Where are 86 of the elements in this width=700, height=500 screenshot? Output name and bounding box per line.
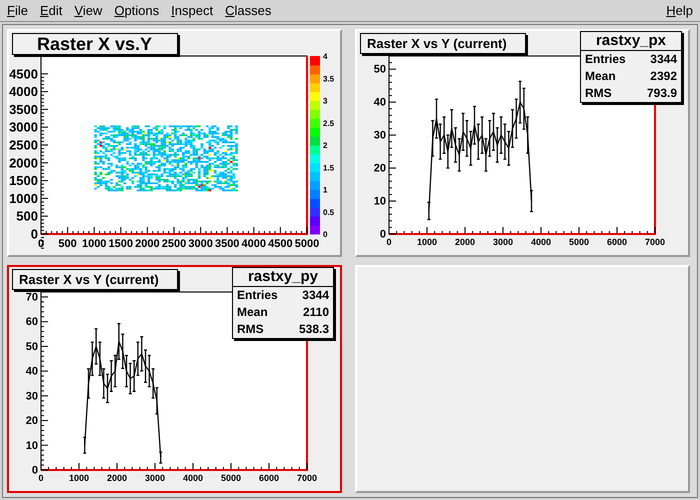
axis-tick-label: 0: [38, 473, 44, 483]
stat-value: 538.3: [298, 321, 329, 338]
axis-tick-label: 1000: [82, 238, 106, 250]
axis-tick-label: 500: [16, 208, 38, 224]
axis-tick-label: 20: [374, 162, 386, 175]
canvas-pad[interactable]: 0 1000 2000 3000 4000 5000 6000 7000 0 10 20 30 40 50 60 70 Raster X vs Y (current) rastxy_py Entries 3344 Mean 2110 RMS 538.3: [7, 265, 342, 493]
axis-tick-label: 0: [32, 464, 38, 476]
axis-tick-label: 3000: [144, 473, 166, 483]
axis-tick-label: 30: [26, 390, 38, 402]
axis-tick-label: 50: [26, 340, 38, 353]
axis-tick-label: 3000: [492, 237, 514, 247]
canvas-pad[interactable]: 0 1000 2000 3000 4000 5000 6000 7000 0 10 20 30 40 50 Raster X vs Y (current) rastxy_px Entries 3344 Mean 2392 RMS 793.9: [355, 29, 690, 257]
axis-tick-label: 0: [30, 226, 38, 242]
axis-tick-label: 4000: [9, 84, 38, 100]
axis-tick-label: 3000: [9, 120, 38, 135]
axis-tick-label: 4500: [9, 66, 38, 82]
plot-title: Raster X vs Y (current): [360, 33, 526, 54]
stat-label: RMS: [585, 85, 612, 102]
axis-tick-label: 1000: [416, 237, 438, 247]
menu-item[interactable]: Options: [108, 0, 166, 20]
axis-tick-label: 3500: [9, 102, 38, 117]
plot-title: Raster X vs Y (current): [12, 269, 178, 290]
axis-tick-label: 500: [58, 238, 77, 250]
stat-label: Entries: [237, 287, 278, 304]
axis-tick-label: 2500: [9, 138, 38, 152]
axis-tick-label: 20: [26, 415, 38, 428]
axis-tick-label: 10: [374, 196, 386, 208]
axis-tick-label: 40: [26, 366, 38, 378]
axis-tick-label: 0: [386, 237, 392, 247]
axis-tick-label: 2500: [162, 238, 186, 250]
palette-label: 0: [323, 230, 328, 239]
stat-value: 793.9: [646, 85, 677, 102]
stat-value: 2110: [302, 304, 329, 321]
axis-tick-label: 10: [26, 440, 38, 452]
axis-tick-label: 4000: [530, 237, 552, 247]
axis-tick-label: 40: [374, 96, 386, 109]
menu-item[interactable]: View: [68, 0, 108, 20]
axis-tick-label: 1500: [9, 173, 38, 188]
axis-tick-label: 3500: [214, 238, 240, 250]
axis-tick-label: 7000: [644, 237, 666, 247]
axis-tick-label: 2000: [9, 155, 38, 170]
axis-tick-label: 60: [26, 316, 38, 328]
stat-label: Entries: [585, 51, 626, 68]
menu-item[interactable]: Help: [660, 0, 699, 20]
stat-label: RMS: [237, 321, 264, 338]
canvas-pad[interactable]: [355, 265, 690, 493]
axis-tick-label: 4000: [182, 473, 204, 483]
plot-title: Raster X vs.Y: [12, 33, 178, 55]
axis-tick-label: 2000: [106, 473, 128, 483]
stats-title: rastxy_py: [233, 268, 333, 287]
stat-label: Mean: [585, 68, 616, 85]
axis-tick-label: 30: [374, 130, 386, 142]
palette-label: 2: [323, 141, 328, 150]
axis-tick-label: 1000: [68, 473, 90, 483]
axis-tick-label: 0: [380, 228, 386, 240]
palette-label: 1.5: [323, 163, 334, 172]
axis-tick-label: 4500: [268, 238, 293, 250]
axis-tick-label: 5000: [220, 473, 242, 483]
axis-tick-label: 50: [374, 64, 386, 76]
menu-item[interactable]: File: [1, 0, 34, 20]
axis-tick-label: 6000: [606, 237, 628, 247]
axis-tick-label: 1500: [108, 238, 134, 250]
axis-tick-label: 70: [26, 291, 38, 304]
menu-item[interactable]: Edit: [34, 0, 68, 20]
palette-label: 3.5: [323, 74, 334, 84]
stat-value: 2392: [650, 68, 677, 85]
axis-tick-label: 6000: [258, 473, 280, 483]
stat-value: 3344: [302, 287, 329, 304]
stat-label: Mean: [237, 304, 268, 321]
axis-tick-label: 4000: [242, 238, 266, 250]
palette-label: 3: [323, 96, 328, 106]
stat-value: 3344: [650, 51, 677, 68]
axis-tick-label: 5000: [568, 237, 590, 247]
palette-label: 1: [323, 186, 328, 194]
palette-label: 0.5: [323, 208, 334, 217]
axis-tick-label: 3000: [188, 238, 213, 250]
axis-tick-label: 2000: [135, 238, 160, 250]
palette-label: 2.5: [323, 118, 334, 128]
menu-item[interactable]: Classes: [219, 0, 278, 20]
axis-tick-label: 1000: [9, 190, 38, 206]
palette-label: 4: [323, 52, 328, 61]
axis-tick-label: 5000: [294, 238, 320, 250]
menu-item[interactable]: Inspect: [165, 0, 220, 20]
axis-tick-label: 2000: [454, 237, 476, 247]
axis-tick-label: 7000: [296, 473, 318, 483]
stats-title: rastxy_px: [581, 32, 681, 51]
